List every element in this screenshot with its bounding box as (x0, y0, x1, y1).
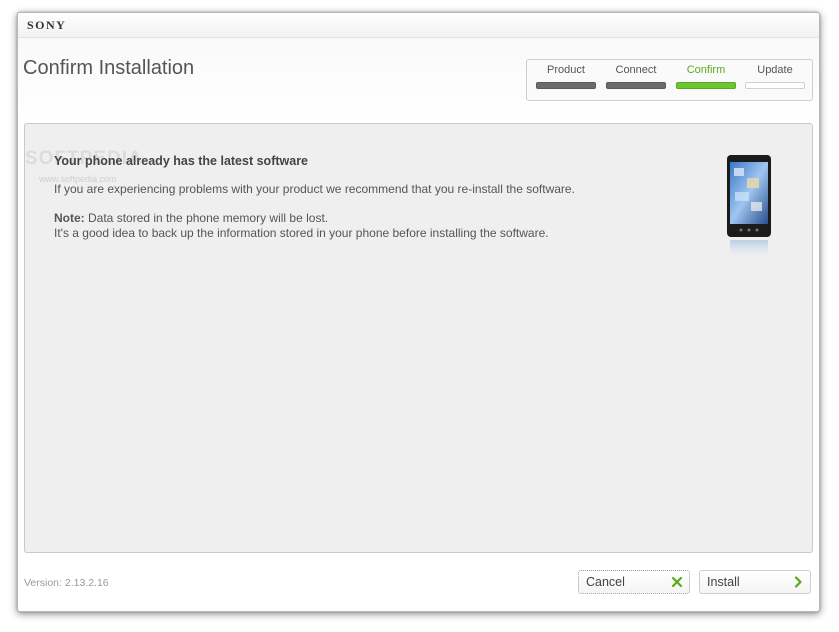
step-bar (745, 82, 805, 89)
step-bar (676, 82, 736, 89)
title-bar: SONY (18, 13, 819, 38)
note-text: Data stored in the phone memory will be … (84, 211, 329, 225)
step-label: Product (547, 64, 585, 76)
message-line: If you are experiencing problems with yo… (54, 182, 575, 196)
cancel-button[interactable]: Cancel (578, 570, 690, 594)
step-label: Confirm (686, 64, 726, 76)
step-bar (536, 82, 596, 89)
step-connect: Connect (605, 60, 667, 100)
page-title: Confirm Installation (23, 57, 195, 79)
install-label: Install (707, 575, 740, 589)
step-product: Product (535, 60, 597, 100)
brand-logo: SONY (27, 18, 67, 32)
phone-image (727, 155, 771, 262)
cancel-label: Cancel (586, 575, 625, 589)
chevron-right-icon (794, 576, 802, 588)
message-title: Your phone already has the latest softwa… (54, 154, 309, 168)
install-button[interactable]: Install (699, 570, 811, 594)
backup-line: It's a good idea to back up the informat… (54, 226, 549, 240)
step-label: Update (757, 64, 793, 76)
version-label: Version: 2.13.2.16 (24, 577, 109, 589)
step-bar (606, 82, 666, 89)
app-window: SONY Confirm Installation Product Connec… (17, 12, 820, 612)
note-label: Note: (54, 211, 85, 225)
step-confirm: Confirm (675, 60, 737, 100)
step-update: Update (744, 60, 806, 100)
note-line: Note: Data stored in the phone memory wi… (54, 211, 328, 225)
content-panel: SOFTPEDIA www.softpedia.com Your phone a… (24, 123, 813, 553)
x-icon (671, 576, 683, 588)
step-label: Connect (615, 64, 657, 76)
progress-steps: Product Connect Confirm Update (526, 59, 813, 101)
